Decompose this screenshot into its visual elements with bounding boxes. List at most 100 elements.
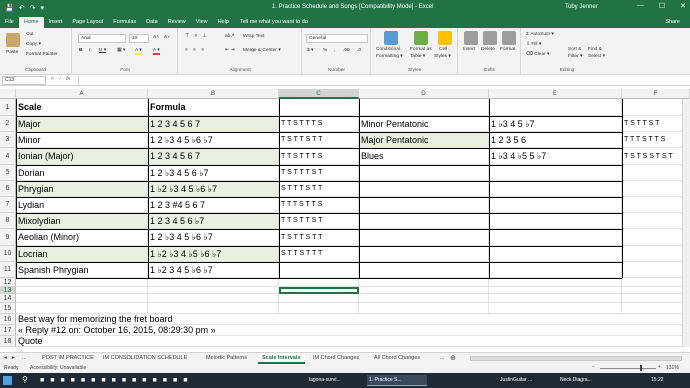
cell-c12[interactable] (279, 278, 359, 287)
indent-icons[interactable]: ⇤ ⇥ (225, 48, 234, 53)
sheet-tab-scale-intervals[interactable]: Scale Intervals (258, 353, 305, 364)
customize-qat-icon[interactable]: ▾ (40, 4, 44, 12)
cell-styles-dropdown[interactable]: Styles ▾ (434, 54, 451, 59)
tab-formulas[interactable]: Formulas (108, 17, 141, 28)
confirm-entry-icon[interactable]: ✓ (58, 76, 63, 82)
percent-button[interactable]: % (323, 48, 327, 53)
row-header-11[interactable]: 11 (0, 262, 16, 278)
cell-e17[interactable] (489, 325, 622, 336)
row-header-17[interactable]: 17 (0, 325, 16, 336)
sheet-prev-button[interactable]: ◂ (4, 353, 7, 364)
cell-a6[interactable]: Phrygian (16, 181, 148, 197)
font-name-select[interactable]: Arial (78, 34, 126, 43)
vertical-align-icons[interactable]: ⊤ ≡ ⊥ (185, 34, 209, 39)
cell-f7[interactable] (622, 197, 690, 213)
select-all-corner[interactable] (0, 89, 16, 99)
row-header-14[interactable]: 14 (0, 294, 16, 303)
user-name[interactable]: Toby Jenner (565, 4, 598, 10)
active-cell-selection[interactable] (279, 287, 359, 294)
cell-b1[interactable]: Formula (148, 99, 279, 116)
underline-button[interactable]: U ▾ (99, 48, 106, 53)
column-header-c[interactable]: C (279, 89, 359, 99)
cell-a11[interactable]: Spanish Phrygian (16, 262, 148, 278)
cell-f9[interactable] (622, 229, 690, 246)
cell-b12[interactable] (148, 278, 279, 287)
taskbar-item-excel[interactable]: 1. Practice S... (367, 375, 427, 386)
cell-c7[interactable]: T T T S T T S (279, 197, 359, 213)
row-header-18[interactable]: 18 (0, 336, 16, 347)
cell-b5[interactable]: 1 2 ♭3 4 5 6 ♭7 (148, 165, 279, 181)
taskbar-item-justinguitar[interactable]: JustinGuitar ... (498, 375, 554, 386)
cell-e7[interactable] (489, 197, 622, 213)
save-icon[interactable]: 💾 (5, 4, 14, 12)
cell-f13[interactable] (622, 287, 690, 294)
cell-b13[interactable] (148, 287, 279, 294)
row-header-5[interactable]: 5 (0, 165, 16, 181)
redo-icon[interactable]: ↷ (30, 4, 36, 12)
tab-home[interactable]: Home (18, 17, 44, 28)
fill-button[interactable]: ⇩ Fill ▾ (526, 42, 541, 47)
cell-f17[interactable] (622, 325, 690, 336)
cell-a9[interactable]: Aeolian (Minor) (16, 229, 148, 246)
cancel-entry-icon[interactable]: ✕ (50, 76, 55, 82)
cell-a16[interactable]: Best way for memorizing the fret board (16, 314, 416, 325)
cell-b15[interactable] (148, 303, 279, 314)
cell-d14[interactable] (359, 294, 489, 303)
row-header-9[interactable]: 9 (0, 229, 16, 246)
format-as-table-dropdown[interactable]: Table ▾ (410, 54, 425, 59)
cell-c2[interactable]: T T S T T T S (279, 116, 359, 132)
row-header-15[interactable]: 15 (0, 303, 16, 314)
column-header-b[interactable]: B (148, 89, 279, 99)
sheet-tab-all-chord-changes[interactable]: All Chord Changes (374, 353, 420, 364)
sheet-next-button[interactable]: ▸ (12, 353, 15, 364)
cell-a8[interactable]: Mixolydian (16, 213, 148, 229)
cell-b9[interactable]: 1 2 ♭3 4 5 ♭6 ♭7 (148, 229, 279, 246)
cell-c6[interactable]: S T T T S T T (279, 181, 359, 197)
row-header-1[interactable]: 1 (0, 99, 16, 116)
tab-page-layout[interactable]: Page Layout (67, 17, 108, 28)
zoom-out-button[interactable]: − (592, 364, 595, 370)
cell-b8[interactable]: 1 2 3 4 5 6 ♭7 (148, 213, 279, 229)
cell-c4[interactable]: T T S T T T S (279, 148, 359, 165)
row-header-3[interactable]: 3 (0, 132, 16, 148)
cell-d5[interactable] (359, 165, 489, 181)
row-header-16[interactable]: 16 (0, 314, 16, 325)
cell-a1[interactable]: Scale (16, 99, 148, 116)
font-color-button[interactable]: A ▾ (153, 48, 160, 55)
cell-d13[interactable] (359, 287, 489, 294)
cell-d8[interactable] (359, 213, 489, 229)
cell-a4[interactable]: Ionian (Major) (16, 148, 148, 165)
cell-c5[interactable]: T S T T T S T (279, 165, 359, 181)
conditional-formatting-icon[interactable] (384, 31, 398, 45)
cell-e3[interactable]: 1 2 3 5 6 (489, 132, 622, 148)
find-select-dropdown[interactable]: Select ▾ (588, 54, 605, 59)
cell-c8[interactable]: T T S T T S T (279, 213, 359, 229)
accessibility-status[interactable]: Accessibility: Unavailable (30, 365, 86, 371)
tab-data[interactable]: Data (141, 17, 163, 28)
merge-center-button[interactable]: Merge & Center ▾ (243, 48, 281, 53)
paste-button[interactable]: Paste (6, 50, 18, 55)
row-header-2[interactable]: 2 (0, 116, 16, 132)
cell-c3[interactable]: T S T T S T T (279, 132, 359, 148)
cell-e11[interactable] (489, 262, 622, 278)
cell-d9[interactable] (359, 229, 489, 246)
grow-font-button[interactable]: A˄ (153, 35, 159, 40)
comma-button[interactable]: , (333, 48, 335, 53)
cell-d6[interactable] (359, 181, 489, 197)
cell-f10[interactable] (622, 246, 690, 262)
cell-b7[interactable]: 1 2 3 #4 5 6 7 (148, 197, 279, 213)
cell-e16[interactable] (489, 314, 622, 325)
worksheet-grid[interactable]: A B C D E F 1 2 3 4 5 6 7 8 9 10 11 12 13 14 15 16 17 18 Scale Fo… (0, 89, 690, 347)
cell-f1[interactable] (622, 99, 690, 116)
cell-c11[interactable] (279, 262, 359, 278)
sheet-tab-melodic-patterns[interactable]: Melodic Patterns (206, 353, 247, 364)
cut-button[interactable]: Cut (26, 32, 33, 37)
cell-d10[interactable] (359, 246, 489, 262)
copy-button[interactable]: Copy ▾ (26, 42, 41, 47)
tab-review[interactable]: Review (163, 17, 191, 28)
decrease-decimal-button[interactable]: .0 (357, 48, 361, 53)
cell-b10[interactable]: 1 ♭2 ♭3 4 ♭5 ♭6 ♭7 (148, 246, 279, 262)
cell-f6[interactable] (622, 181, 690, 197)
cell-d11[interactable] (359, 262, 489, 278)
minimize-button[interactable]: — (637, 2, 644, 10)
